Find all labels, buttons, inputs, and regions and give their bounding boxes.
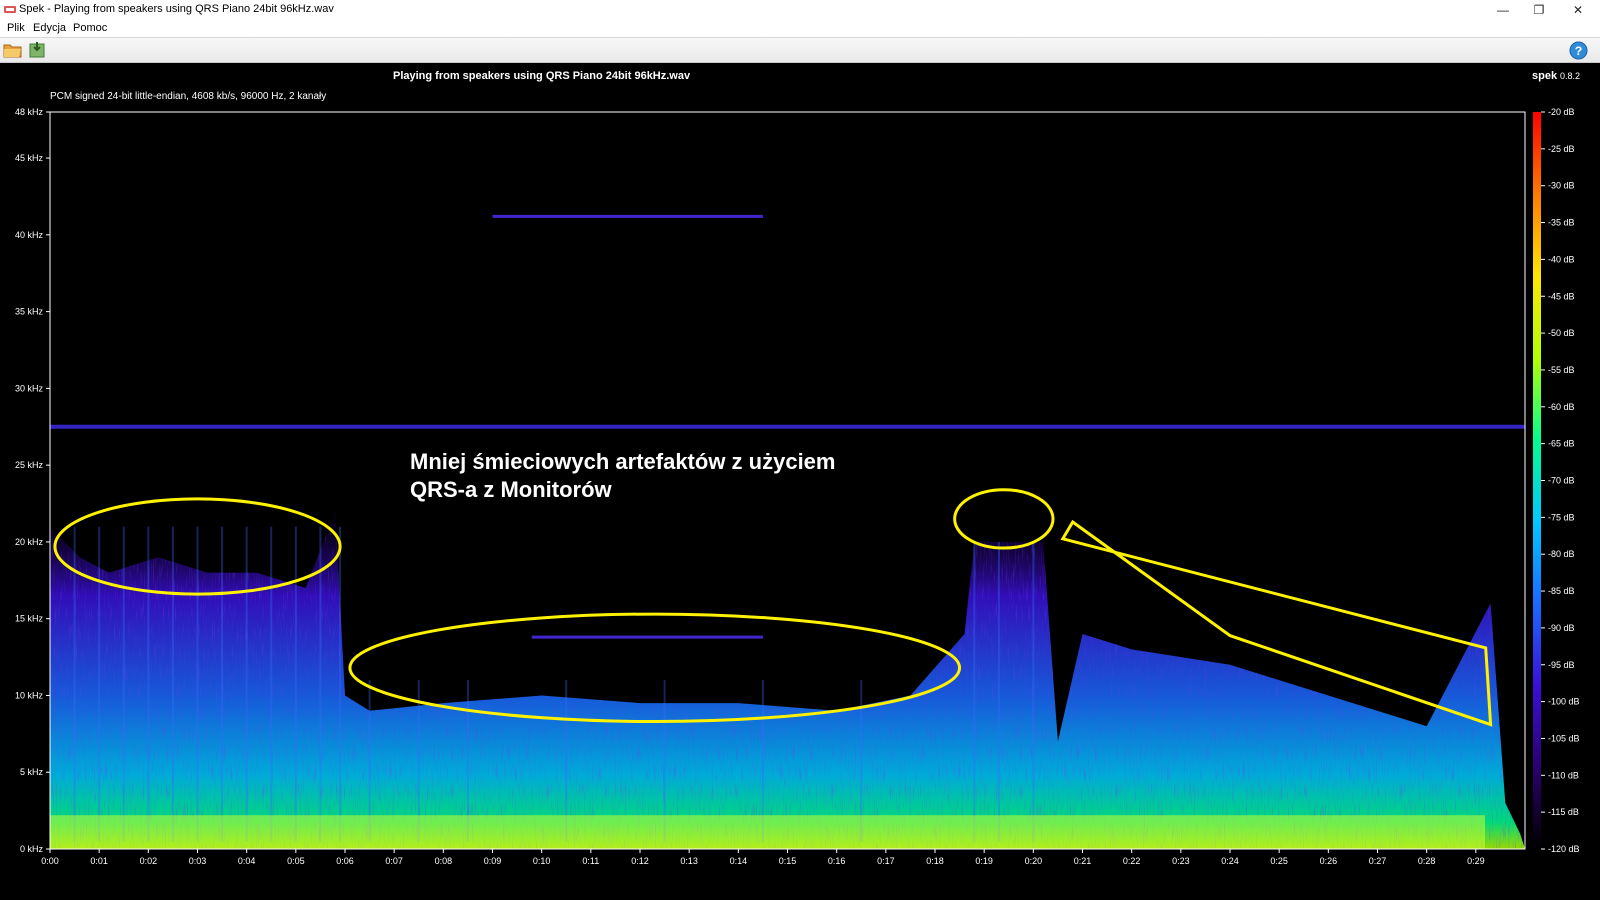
scale-tick-label: -100 dB xyxy=(1548,697,1580,707)
x-tick-label: 0:20 xyxy=(1025,856,1043,866)
menu-pomoc[interactable]: Pomoc xyxy=(73,22,107,34)
x-tick-label: 0:03 xyxy=(189,856,207,866)
y-tick-label: 40 kHz xyxy=(15,230,44,240)
x-tick-label: 0:15 xyxy=(779,856,797,866)
scale-tick-label: -50 dB xyxy=(1548,328,1575,338)
x-tick-label: 0:17 xyxy=(877,856,895,866)
spectrogram-view: Playing from speakers using QRS Piano 24… xyxy=(0,63,1600,900)
scale-tick-label: -80 dB xyxy=(1548,549,1575,559)
scale-tick-label: -25 dB xyxy=(1548,144,1575,154)
x-tick-label: 0:14 xyxy=(730,856,748,866)
y-tick-label: 15 kHz xyxy=(15,614,44,624)
menu-plik[interactable]: Plik xyxy=(7,22,25,34)
x-tick-label: 0:22 xyxy=(1123,856,1141,866)
y-tick-label: 10 kHz xyxy=(15,690,44,700)
x-tick-label: 0:12 xyxy=(631,856,649,866)
scale-tick-label: -115 dB xyxy=(1548,807,1579,817)
maximize-button[interactable]: ❐ xyxy=(1521,0,1557,20)
minimize-button[interactable]: — xyxy=(1485,0,1521,20)
x-tick-label: 0:19 xyxy=(975,856,993,866)
x-tick-label: 0:00 xyxy=(41,856,59,866)
toolbar: ? xyxy=(0,37,1600,63)
x-tick-label: 0:23 xyxy=(1172,856,1190,866)
y-tick-label: 0 kHz xyxy=(20,844,44,854)
y-tick-label: 45 kHz xyxy=(15,153,44,163)
x-tick-label: 0:07 xyxy=(385,856,403,866)
menu-bar: Plik Edycja Pomoc xyxy=(0,20,1600,37)
x-tick-label: 0:29 xyxy=(1467,856,1485,866)
x-tick-label: 0:04 xyxy=(238,856,256,866)
scale-tick-label: -20 dB xyxy=(1548,107,1575,117)
x-tick-label: 0:06 xyxy=(336,856,354,866)
x-tick-label: 0:21 xyxy=(1074,856,1092,866)
svg-text:?: ? xyxy=(1575,44,1583,58)
app-icon xyxy=(4,6,16,13)
color-scale-bar xyxy=(1533,112,1541,849)
menu-edycja[interactable]: Edycja xyxy=(33,22,66,34)
x-tick-label: 0:01 xyxy=(90,856,108,866)
y-tick-label: 25 kHz xyxy=(15,460,44,470)
x-tick-label: 0:27 xyxy=(1369,856,1387,866)
y-tick-label: 35 kHz xyxy=(15,307,44,317)
scale-tick-label: -95 dB xyxy=(1548,660,1575,670)
scale-tick-label: -60 dB xyxy=(1548,402,1575,412)
scale-tick-label: -105 dB xyxy=(1548,733,1580,743)
annotation-text: Mniej śmieciowych artefaktów z użyciem Q… xyxy=(410,448,835,504)
x-tick-label: 0:05 xyxy=(287,856,305,866)
scale-tick-label: -90 dB xyxy=(1548,623,1575,633)
scale-tick-label: -70 dB xyxy=(1548,476,1575,486)
scale-tick-label: -65 dB xyxy=(1548,439,1575,449)
scale-tick-label: -30 dB xyxy=(1548,181,1575,191)
annotation-line-1: Mniej śmieciowych artefaktów z użyciem xyxy=(410,449,836,474)
scale-tick-label: -110 dB xyxy=(1548,770,1579,780)
x-tick-label: 0:11 xyxy=(582,856,599,866)
title-bar: Spek - Playing from speakers using QRS P… xyxy=(0,0,1600,20)
y-tick-label: 30 kHz xyxy=(15,383,44,393)
scale-tick-label: -85 dB xyxy=(1548,586,1575,596)
open-file-icon[interactable] xyxy=(3,41,23,59)
scale-tick-label: -40 dB xyxy=(1548,254,1575,264)
window-title: Spek - Playing from speakers using QRS P… xyxy=(19,3,334,15)
scale-tick-label: -45 dB xyxy=(1548,291,1575,301)
x-tick-label: 0:02 xyxy=(140,856,158,866)
low-band xyxy=(50,815,1485,849)
y-tick-label: 48 kHz xyxy=(15,107,44,117)
x-tick-label: 0:25 xyxy=(1270,856,1288,866)
x-tick-label: 0:13 xyxy=(680,856,698,866)
x-tick-label: 0:10 xyxy=(533,856,551,866)
scale-tick-label: -120 dB xyxy=(1548,844,1580,854)
scale-tick-label: -75 dB xyxy=(1548,512,1575,522)
annotation-line-2: QRS-a z Monitorów xyxy=(410,477,612,502)
x-tick-label: 0:18 xyxy=(926,856,944,866)
x-tick-label: 0:24 xyxy=(1221,856,1239,866)
scale-tick-label: -35 dB xyxy=(1548,218,1575,228)
save-image-icon[interactable] xyxy=(28,41,48,59)
scale-tick-label: -55 dB xyxy=(1548,365,1575,375)
x-tick-label: 0:09 xyxy=(484,856,502,866)
x-tick-label: 0:26 xyxy=(1320,856,1338,866)
close-button[interactable]: ✕ xyxy=(1560,0,1596,20)
y-tick-label: 5 kHz xyxy=(20,767,44,777)
y-tick-label: 20 kHz xyxy=(15,537,44,547)
x-tick-label: 0:16 xyxy=(828,856,846,866)
x-tick-label: 0:28 xyxy=(1418,856,1436,866)
help-icon[interactable]: ? xyxy=(1569,41,1588,60)
x-tick-label: 0:08 xyxy=(435,856,453,866)
